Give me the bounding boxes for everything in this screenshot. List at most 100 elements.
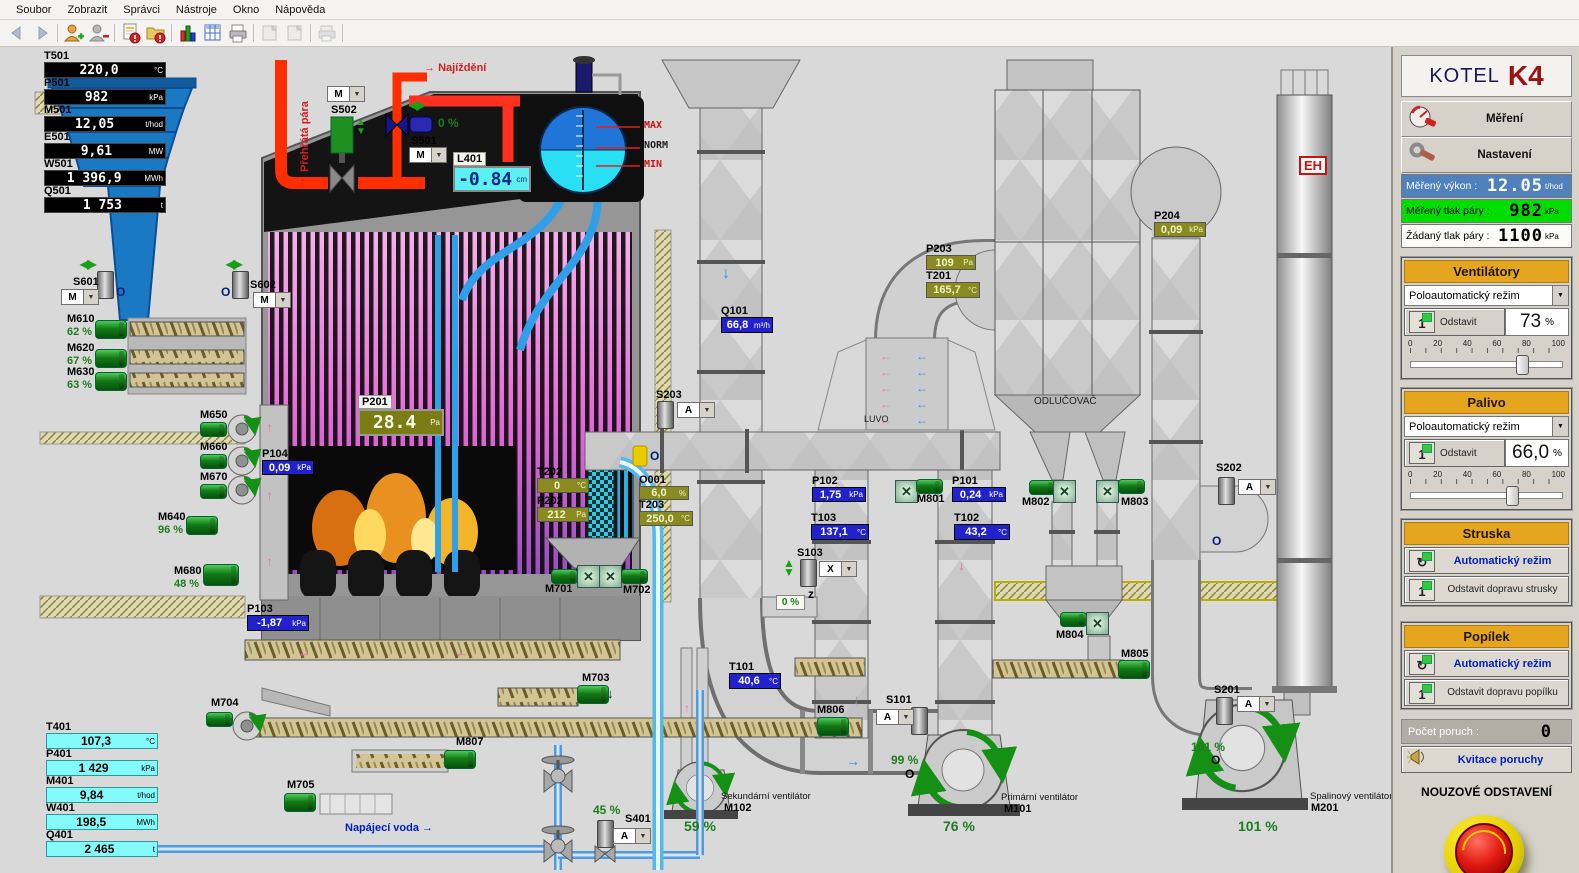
user-add-icon[interactable]	[61, 22, 86, 45]
s602-mode-select[interactable]: M▼	[253, 292, 291, 308]
s203-mode-select[interactable]: A▼	[677, 402, 715, 418]
s601-mode-select[interactable]: M▼	[61, 289, 99, 305]
emergency-stop-button[interactable]	[1455, 823, 1513, 873]
m802-feeder[interactable]: ✕	[1053, 480, 1076, 503]
popilek-odstavit-button[interactable]: 1Odstavit dopravu popílku	[1404, 679, 1569, 706]
m630-speed: 63 %	[67, 380, 92, 391]
palivo-mode-select[interactable]: Poloautomatický režim▼	[1404, 416, 1569, 437]
ventilatory-mode-select[interactable]: Poloautomatický režim▼	[1404, 285, 1569, 306]
display-t103: T103137,1°C	[811, 512, 869, 540]
s203-tag: S203	[656, 390, 682, 401]
s202-mode-select[interactable]: A▼	[1238, 479, 1276, 495]
m610-motor[interactable]	[95, 320, 127, 339]
m803-motor[interactable]	[1118, 479, 1145, 494]
kvitace-button[interactable]: Kvitace poruchy	[1401, 746, 1572, 773]
display-m501: M50112,05t/hod	[44, 104, 166, 132]
menu-zobrazit[interactable]: Zobrazit	[59, 2, 115, 18]
popilek-auto-button[interactable]: ↻Automatický režim	[1404, 650, 1569, 677]
ventilatory-slider-thumb[interactable]	[1516, 355, 1529, 375]
bar-chart-icon[interactable]	[175, 22, 200, 45]
m701-feeder[interactable]: ✕	[577, 565, 600, 588]
svg-text:←: ←	[880, 381, 892, 395]
struska-auto-button[interactable]: ↻Automatický režim	[1404, 547, 1569, 574]
palivo-slider-thumb[interactable]	[1506, 486, 1519, 506]
m803-tag: M803	[1121, 497, 1149, 508]
display-p203: P203109Pa	[926, 243, 976, 270]
luvo-label: LUVO	[864, 414, 889, 424]
mereni-button[interactable]: Měření	[1401, 101, 1572, 137]
m660-motor[interactable]	[200, 454, 227, 469]
m201-tag: M201	[1311, 803, 1339, 814]
print-report-icon[interactable]	[225, 22, 250, 45]
display-p202: P202212Pa	[537, 495, 589, 522]
display-t201: T201165,7°C	[926, 270, 980, 298]
m705-motor[interactable]	[284, 793, 316, 812]
m805-motor[interactable]	[1118, 660, 1150, 679]
document-alert-icon[interactable]	[118, 22, 143, 45]
dropdown-icon: ▼	[1552, 417, 1568, 436]
struska-odstavit-button[interactable]: 1Odstavit dopravu strusky	[1404, 576, 1569, 603]
m702-feeder[interactable]: ✕	[599, 565, 622, 588]
s101-mode-select[interactable]: A▼	[876, 709, 914, 725]
m701-motor[interactable]	[551, 569, 578, 584]
eh-logo: EH	[1299, 156, 1327, 175]
printer-icon[interactable]	[314, 22, 339, 45]
m650-motor[interactable]	[200, 422, 227, 437]
ventilatory-setpoint: 73%	[1505, 308, 1569, 336]
m804-feeder[interactable]: ✕	[1086, 612, 1109, 635]
palivo-slider[interactable]	[1410, 492, 1563, 499]
export-page-icon[interactable]	[257, 22, 282, 45]
m102-speed: 59 %	[684, 818, 716, 834]
m804-motor[interactable]	[1060, 612, 1087, 627]
export-page2-icon[interactable]	[282, 22, 307, 45]
m801-motor[interactable]	[916, 479, 943, 494]
m630-motor[interactable]	[95, 372, 127, 391]
s501-mode-select[interactable]: M▼	[409, 147, 447, 163]
struska-group: Struska ↻Automatický režim 1Odstavit dop…	[1401, 519, 1572, 606]
table-report-icon[interactable]	[200, 22, 225, 45]
s401-mode-select[interactable]: A▼	[613, 828, 651, 844]
user-remove-icon[interactable]	[86, 22, 111, 45]
palivo-odstavit-button[interactable]: 1Odstavit	[1404, 439, 1505, 467]
m670-motor[interactable]	[200, 484, 227, 499]
m102-tag: M102	[724, 803, 752, 814]
m680-motor[interactable]	[203, 564, 239, 586]
m806-tag: M806	[817, 705, 845, 716]
m640-motor[interactable]	[186, 516, 218, 535]
menu-napoveda[interactable]: Nápověda	[267, 2, 333, 18]
m640-tag: M640	[158, 512, 186, 523]
display-t102: T10243,2°C	[954, 512, 1010, 540]
m807-motor[interactable]	[444, 750, 476, 769]
m801-feeder[interactable]: ✕	[895, 480, 918, 503]
m703-motor[interactable]	[577, 685, 609, 704]
s201-mode-select[interactable]: A▼	[1237, 696, 1275, 712]
nastaveni-button[interactable]: Nastavení	[1401, 137, 1572, 173]
svg-text:↓: ↓	[853, 692, 860, 707]
svg-text:↑: ↑	[266, 487, 273, 503]
m620-motor[interactable]	[95, 349, 127, 368]
m803-feeder[interactable]: ✕	[1096, 480, 1119, 503]
s103-mode-select[interactable]: X▼	[819, 561, 857, 577]
m704-motor[interactable]	[206, 712, 233, 727]
nav-forward-icon[interactable]	[29, 22, 54, 45]
ventilatory-odstavit-button[interactable]: 1Odstavit	[1404, 308, 1505, 336]
menu-spravci[interactable]: Správci	[115, 2, 168, 18]
ventilatory-slider[interactable]	[1410, 361, 1563, 368]
m806-motor[interactable]	[817, 717, 849, 736]
m807-tag: M807	[456, 737, 484, 748]
s401-tag: S401	[625, 814, 651, 825]
m101-name: Primární ventilátor	[1001, 792, 1078, 803]
menu-nastroje[interactable]: Nástroje	[168, 2, 225, 18]
folder-alert-icon[interactable]	[143, 22, 168, 45]
svg-text:↑: ↑	[266, 419, 273, 435]
flag-one-icon: 1	[1409, 579, 1435, 601]
nav-back-icon[interactable]	[4, 22, 29, 45]
s502-mode-select[interactable]: M▼	[327, 86, 365, 102]
m702-motor[interactable]	[621, 569, 648, 584]
menu-soubor[interactable]: Soubor	[8, 2, 59, 18]
menu-okno[interactable]: Okno	[225, 2, 267, 18]
svg-text:↑: ↑	[266, 553, 273, 569]
m802-motor[interactable]	[1029, 480, 1056, 495]
flag-one-icon: 1	[1409, 311, 1435, 333]
display-o001: O0016,0%	[639, 474, 689, 500]
